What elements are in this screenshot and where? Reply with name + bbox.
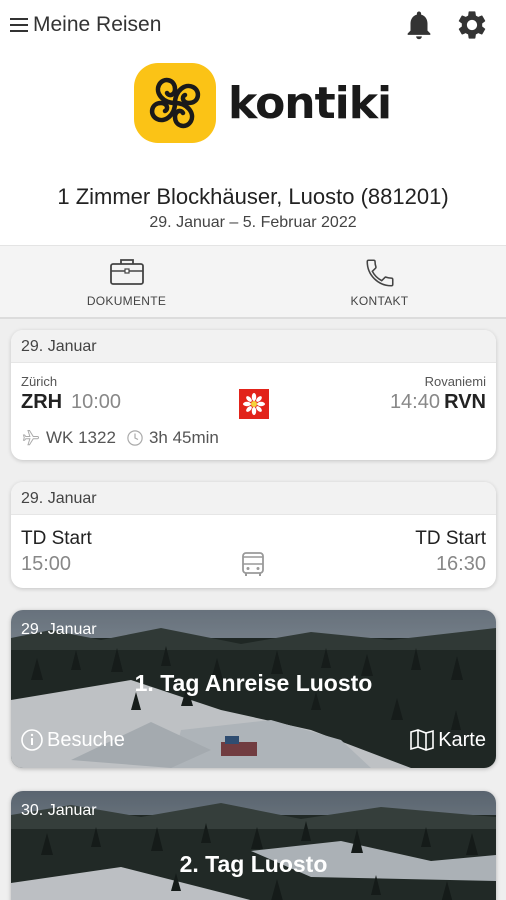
day-title: 2. Tag Luosto xyxy=(179,851,328,877)
bus-icon xyxy=(242,552,264,576)
trip-dates: 29. Januar – 5. Februar 2022 xyxy=(149,214,357,231)
briefcase-icon xyxy=(109,259,144,285)
flight-meta: WK 1322 3h 45min xyxy=(21,428,219,448)
transfer-end-time: 16:30 xyxy=(435,553,486,575)
plane-icon xyxy=(22,430,39,446)
transfer-start-label: TD Start xyxy=(21,528,92,549)
bell-icon xyxy=(407,11,431,40)
arrival-airport-code: RVN xyxy=(444,391,486,413)
kontiki-logo: kontiki xyxy=(134,63,392,143)
info-icon xyxy=(21,729,43,751)
arrival-city: Rovaniemi xyxy=(424,374,486,389)
arrival-time: 14:40 xyxy=(389,391,440,413)
day-card[interactable]: 30. Januar 2. Tag Luosto xyxy=(11,791,496,900)
edelweiss-icon xyxy=(243,393,265,415)
tab-documents[interactable]: DOKUMENTE xyxy=(0,246,253,318)
transfer-end-label: TD Start xyxy=(415,528,486,549)
tab-contact[interactable]: KONTAKT xyxy=(253,246,506,318)
trip-title: 1 Zimmer Blockhäuser, Luosto (881201) xyxy=(57,184,449,209)
menu-label: Meine Reisen xyxy=(33,13,162,36)
transfer-date: 29. Januar xyxy=(11,482,496,515)
settings-button[interactable] xyxy=(455,8,489,42)
airline-logo xyxy=(239,389,269,419)
tab-contact-label: KONTAKT xyxy=(350,294,409,308)
departure-city: Zürich xyxy=(21,374,58,389)
knot-icon xyxy=(149,77,201,129)
top-bar: Meine Reisen xyxy=(0,0,506,52)
itinerary-list: 29. Januar Zürich Rovaniemi ZRH 10:00 14… xyxy=(0,319,506,900)
clock-icon xyxy=(127,430,143,446)
day-date: 30. Januar xyxy=(21,802,97,819)
flight-number: WK 1322 xyxy=(46,428,116,447)
map-label: Karte xyxy=(438,728,486,751)
flight-card[interactable]: 29. Januar Zürich Rovaniemi ZRH 10:00 14… xyxy=(11,330,496,460)
transfer-card[interactable]: 29. Januar TD Start TD Start 15:00 16:30 xyxy=(11,482,496,588)
flight-date: 29. Januar xyxy=(11,330,496,363)
map-button[interactable]: Karte xyxy=(409,728,486,752)
my-trips-menu-button[interactable]: Meine Reisen xyxy=(9,13,161,37)
transfer-start-time: 15:00 xyxy=(21,553,72,575)
notifications-button[interactable] xyxy=(402,8,436,42)
departure-time: 10:00 xyxy=(71,391,122,413)
phone-icon xyxy=(365,259,394,287)
kontiki-logo-mark xyxy=(134,63,216,143)
tab-documents-label: DOKUMENTE xyxy=(86,294,167,308)
day-title: 1. Tag Anreise Luosto xyxy=(134,670,373,696)
trip-tabs: DOKUMENTE KONTAKT xyxy=(0,245,506,319)
day-date: 29. Januar xyxy=(21,621,97,638)
flight-duration: 3h 45min xyxy=(148,428,219,447)
gear-icon xyxy=(458,11,486,39)
visits-label: Besuche xyxy=(47,728,125,751)
kontiki-wordmark: kontiki xyxy=(228,77,392,129)
map-icon xyxy=(410,729,434,751)
visits-button[interactable]: Besuche xyxy=(20,728,125,752)
menu-icon xyxy=(10,18,28,32)
day-card[interactable]: 29. Januar 1. Tag Anreise Luosto Besuche… xyxy=(11,610,496,768)
departure-airport-code: ZRH xyxy=(21,391,63,413)
